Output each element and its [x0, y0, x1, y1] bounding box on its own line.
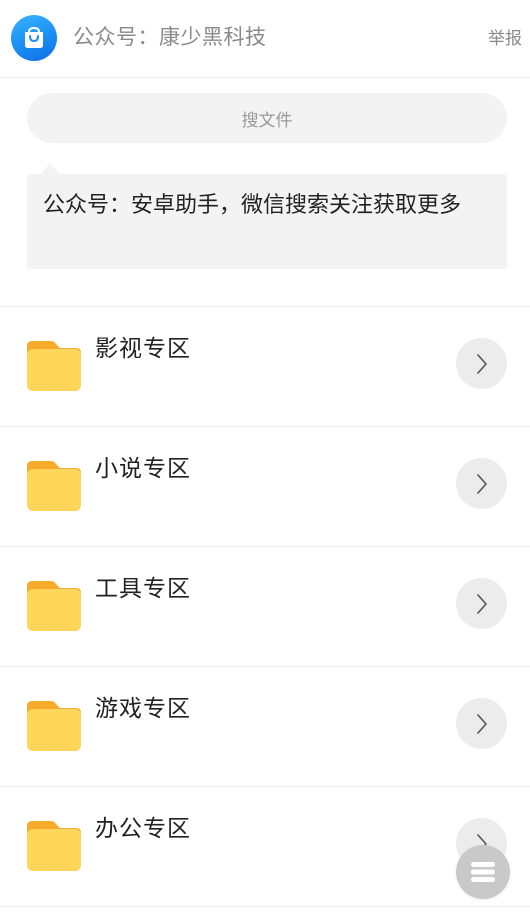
menu-fab-button[interactable]	[456, 845, 510, 899]
folder-icon	[27, 341, 81, 391]
folder-list: 影视专区 小说专区 工具专区 游戏专区 办公专区	[0, 306, 530, 907]
folder-row-movies[interactable]: 影视专区	[0, 307, 530, 427]
chevron-right-icon	[476, 593, 487, 614]
open-folder-button[interactable]	[456, 578, 507, 629]
open-folder-button[interactable]	[456, 458, 507, 509]
search-file-button[interactable]: 搜文件	[27, 93, 507, 143]
top-bar: 公众号：康少黑科技 举报	[0, 0, 530, 78]
shopping-bag-icon	[25, 26, 43, 48]
open-folder-button[interactable]	[456, 338, 507, 389]
folder-icon	[27, 821, 81, 871]
folder-row-novels[interactable]: 小说专区	[0, 427, 530, 547]
notice-pointer	[41, 163, 59, 174]
folder-row-tools[interactable]: 工具专区	[0, 547, 530, 667]
chevron-right-icon	[476, 353, 487, 374]
folder-label: 游戏专区	[95, 696, 191, 722]
folder-label: 工具专区	[95, 576, 191, 602]
menu-icon	[471, 862, 495, 882]
folder-label: 办公专区	[95, 816, 191, 842]
folder-label: 小说专区	[95, 456, 191, 482]
chevron-right-icon	[476, 473, 487, 494]
folder-row-office[interactable]: 办公专区	[0, 787, 530, 907]
folder-row-games[interactable]: 游戏专区	[0, 667, 530, 787]
folder-icon	[27, 701, 81, 751]
report-link[interactable]: 举报	[488, 26, 522, 52]
account-title: 公众号：康少黑科技	[73, 25, 267, 49]
chevron-right-icon	[476, 713, 487, 734]
folder-icon	[27, 581, 81, 631]
folder-icon	[27, 461, 81, 511]
folder-label: 影视专区	[95, 336, 191, 362]
open-folder-button[interactable]	[456, 698, 507, 749]
notice-text: 公众号：安卓助手，微信搜索关注获取更多	[27, 174, 507, 269]
avatar[interactable]	[11, 15, 57, 61]
